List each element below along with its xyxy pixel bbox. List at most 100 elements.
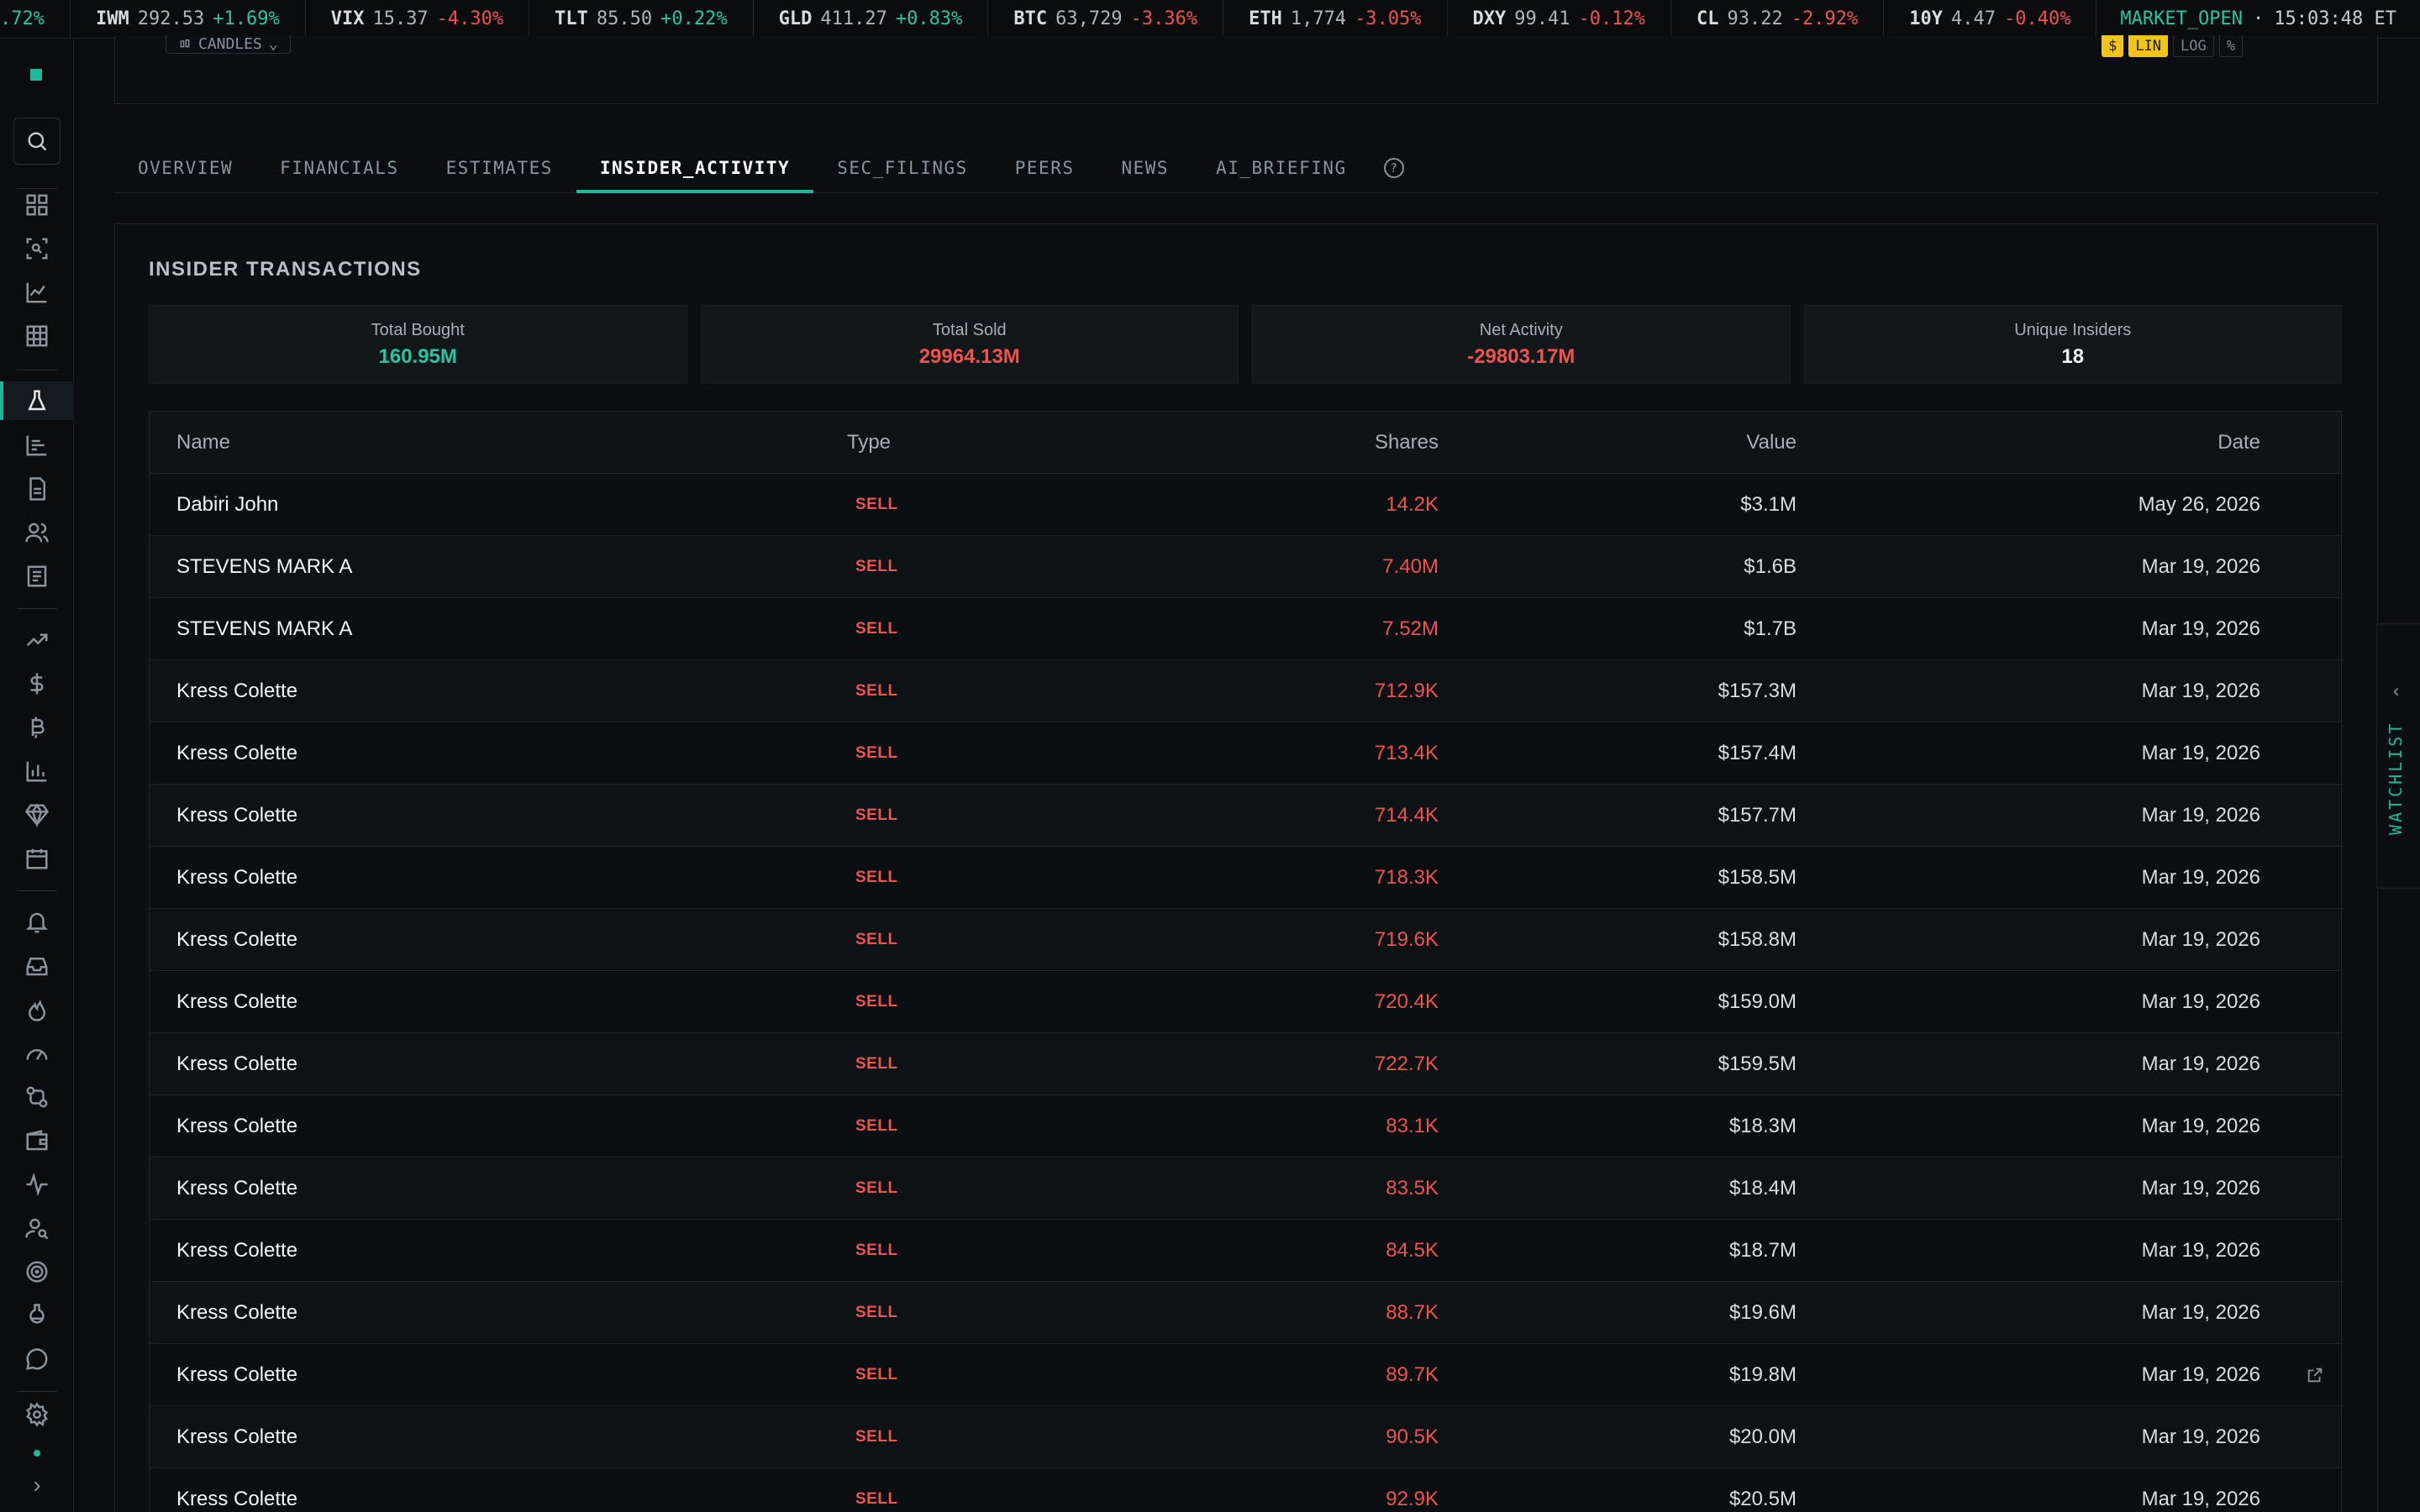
insider-name[interactable]: Kress Colette bbox=[176, 804, 297, 827]
insider-name[interactable]: Kress Colette bbox=[176, 1177, 297, 1200]
news-icon[interactable] bbox=[20, 559, 54, 593]
table-row[interactable]: Kress Colette SELL 720.4K $159.0M Mar 19… bbox=[150, 971, 2341, 1033]
insider-name[interactable]: Kress Colette bbox=[176, 742, 297, 765]
insider-name[interactable]: STEVENS MARK A bbox=[176, 555, 352, 579]
table-row[interactable]: Kress Colette SELL 718.3K $158.5M Mar 19… bbox=[150, 847, 2341, 909]
insider-name[interactable]: Kress Colette bbox=[176, 1425, 297, 1449]
bar-chart-icon[interactable] bbox=[20, 428, 54, 462]
table-row[interactable]: Kress Colette SELL 92.9K $20.5M Mar 19, … bbox=[150, 1468, 2341, 1512]
scale-log-button[interactable]: LOG bbox=[2173, 35, 2214, 57]
sidebar-active-indicator bbox=[0, 381, 3, 420]
table-row[interactable]: Kress Colette SELL 712.9K $157.3M Mar 19… bbox=[150, 660, 2341, 722]
value-cell: $1.7B bbox=[1744, 617, 1797, 640]
tab-estimates[interactable]: ESTIMATES bbox=[423, 144, 576, 192]
shares-cell: 83.5K bbox=[1386, 1176, 1439, 1200]
stats-icon[interactable] bbox=[20, 754, 54, 788]
header-value[interactable]: Value bbox=[1746, 431, 1797, 454]
ticker-item[interactable]: IWM 292.53 +1.69% bbox=[71, 0, 306, 38]
chat-icon[interactable] bbox=[20, 1342, 54, 1376]
app-logo[interactable] bbox=[30, 69, 42, 81]
table-row[interactable]: Kress Colette SELL 84.5K $18.7M Mar 19, … bbox=[150, 1220, 2341, 1282]
insider-name[interactable]: Kress Colette bbox=[176, 928, 297, 952]
diamond-icon[interactable] bbox=[20, 798, 54, 832]
flask-icon[interactable] bbox=[20, 1299, 54, 1332]
bell-icon[interactable] bbox=[20, 906, 54, 939]
wallet-icon[interactable] bbox=[20, 1124, 54, 1158]
ticker-item[interactable]: .72% bbox=[0, 0, 71, 38]
table-row[interactable]: Kress Colette SELL 722.7K $159.5M Mar 19… bbox=[150, 1033, 2341, 1095]
table-row[interactable]: Kress Colette SELL 88.7K $19.6M Mar 19, … bbox=[150, 1282, 2341, 1344]
tab-overview[interactable]: OVERVIEW bbox=[114, 144, 256, 192]
chart-icon[interactable] bbox=[20, 276, 54, 309]
users-icon[interactable] bbox=[20, 516, 54, 549]
expand-icon[interactable]: › bbox=[20, 1468, 54, 1502]
bitcoin-icon[interactable] bbox=[20, 711, 54, 744]
tab-sec-filings[interactable]: SEC_FILINGS bbox=[813, 144, 992, 192]
insider-name[interactable]: Kress Colette bbox=[176, 1115, 297, 1138]
ticker-item[interactable]: BTC 63,729 -3.36% bbox=[988, 0, 1224, 38]
insider-name[interactable]: Kress Colette bbox=[176, 680, 297, 703]
dashboard-icon[interactable] bbox=[20, 188, 54, 222]
insider-name[interactable]: Kress Colette bbox=[176, 1239, 297, 1263]
ticker-item[interactable]: DXY 99.41 -0.12% bbox=[1448, 0, 1672, 38]
insider-name[interactable]: STEVENS MARK A bbox=[176, 617, 352, 641]
tab-financials[interactable]: FINANCIALS bbox=[256, 144, 422, 192]
swap-icon[interactable] bbox=[20, 1080, 54, 1114]
insider-name[interactable]: Kress Colette bbox=[176, 1488, 297, 1511]
table-row[interactable]: STEVENS MARK A SELL 7.52M $1.7B Mar 19, … bbox=[150, 598, 2341, 660]
table-row[interactable]: Kress Colette SELL 714.4K $157.7M Mar 19… bbox=[150, 785, 2341, 847]
grid-icon[interactable] bbox=[20, 319, 54, 353]
calendar-icon[interactable] bbox=[20, 842, 54, 875]
ticker-item[interactable]: TLT 85.50 +0.22% bbox=[529, 0, 754, 38]
table-row[interactable]: Kress Colette SELL 89.7K $19.8M Mar 19, … bbox=[150, 1344, 2341, 1406]
chart-type-dropdown[interactable]: CANDLES ⌄ bbox=[166, 35, 291, 54]
user-search-icon[interactable] bbox=[20, 1211, 54, 1245]
ticker-item[interactable]: 10Y 4.47 -0.40% bbox=[1884, 0, 2097, 38]
table-row[interactable]: STEVENS MARK A SELL 7.40M $1.6B Mar 19, … bbox=[150, 536, 2341, 598]
header-type[interactable]: Type bbox=[847, 431, 891, 454]
gauge-icon[interactable] bbox=[20, 1037, 54, 1070]
settings-icon[interactable] bbox=[20, 1398, 54, 1431]
tab-peers[interactable]: PEERS bbox=[992, 144, 1098, 192]
shares-cell: 83.1K bbox=[1386, 1114, 1439, 1137]
insider-name[interactable]: Kress Colette bbox=[176, 990, 297, 1014]
scale-percent-button[interactable]: % bbox=[2218, 35, 2243, 57]
flame-icon[interactable] bbox=[20, 993, 54, 1026]
help-icon[interactable]: ? bbox=[1383, 158, 1404, 178]
table-row[interactable]: Kress Colette SELL 90.5K $20.0M Mar 19, … bbox=[150, 1406, 2341, 1468]
table-row[interactable]: Kress Colette SELL 83.1K $18.3M Mar 19, … bbox=[150, 1095, 2341, 1158]
tab-insider-activity[interactable]: INSIDER_ACTIVITY bbox=[576, 144, 814, 193]
lab-icon[interactable] bbox=[20, 384, 54, 417]
trend-up-icon[interactable] bbox=[20, 623, 54, 657]
insider-name[interactable]: Dabiri John bbox=[176, 493, 278, 517]
dollar-icon[interactable] bbox=[20, 667, 54, 701]
document-icon[interactable] bbox=[20, 472, 54, 506]
sidebar-search-button[interactable] bbox=[13, 118, 60, 165]
table-row[interactable]: Kress Colette SELL 719.6K $158.8M Mar 19… bbox=[150, 909, 2341, 971]
watchlist-tab[interactable]: ‹ WATCHLIST bbox=[2376, 623, 2420, 889]
external-link-icon[interactable] bbox=[2306, 1366, 2324, 1384]
scale-lin-button[interactable]: LIN bbox=[2128, 35, 2169, 57]
insider-name[interactable]: Kress Colette bbox=[176, 1301, 297, 1325]
table-row[interactable]: Kress Colette SELL 713.4K $157.4M Mar 19… bbox=[150, 722, 2341, 785]
insider-name[interactable]: Kress Colette bbox=[176, 1053, 297, 1076]
header-shares[interactable]: Shares bbox=[1375, 431, 1439, 454]
tab-news[interactable]: NEWS bbox=[1097, 144, 1192, 192]
inbox-icon[interactable] bbox=[20, 949, 54, 983]
header-name[interactable]: Name bbox=[176, 431, 230, 454]
screener-icon[interactable] bbox=[20, 232, 54, 265]
target-icon[interactable] bbox=[20, 1255, 54, 1289]
tab-ai-briefing[interactable]: AI_BRIEFING bbox=[1192, 144, 1370, 192]
pulse-icon[interactable] bbox=[20, 1168, 54, 1201]
header-date[interactable]: Date bbox=[2217, 431, 2260, 454]
insider-name[interactable]: Kress Colette bbox=[176, 866, 297, 890]
insider-name[interactable]: Kress Colette bbox=[176, 1363, 297, 1387]
date-cell: Mar 19, 2026 bbox=[2141, 554, 2260, 578]
ticker-item[interactable]: ETH 1,774 -3.05% bbox=[1223, 0, 1448, 38]
ticker-item[interactable]: GLD 411.27 +0.83% bbox=[754, 0, 989, 38]
table-row[interactable]: Kress Colette SELL 83.5K $18.4M Mar 19, … bbox=[150, 1158, 2341, 1220]
table-row[interactable]: Dabiri John SELL 14.2K $3.1M May 26, 202… bbox=[150, 474, 2341, 536]
ticker-item[interactable]: CL 93.22 -2.92% bbox=[1671, 0, 1885, 38]
ticker-item[interactable]: VIX 15.37 -4.30% bbox=[306, 0, 530, 38]
scale-dollar-button[interactable]: $ bbox=[2102, 35, 2124, 57]
